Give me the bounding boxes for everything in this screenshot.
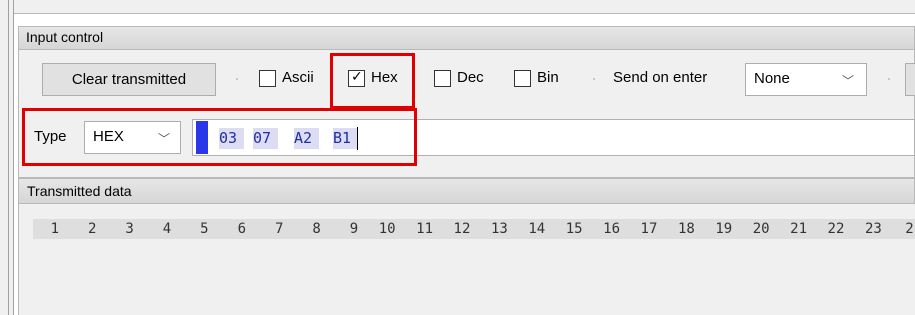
send-button-partial[interactable]: [905, 63, 915, 96]
clear-transmitted-label: Clear transmitted: [71, 71, 187, 88]
separator-dot: [888, 78, 890, 80]
dec-checkbox[interactable]: [434, 70, 451, 87]
column-index: 15: [565, 221, 583, 237]
send-on-enter-value: None: [754, 70, 790, 87]
ascii-label: Ascii: [282, 69, 314, 86]
separator-dot: [593, 78, 595, 80]
bin-checkbox[interactable]: [514, 70, 531, 87]
column-index: 19: [715, 221, 733, 237]
column-index: 8: [312, 221, 321, 237]
column-index: 7: [274, 221, 284, 237]
column-index: 9: [349, 221, 359, 237]
column-index: 14: [528, 221, 546, 237]
window-left-frame-line: [8, 0, 9, 315]
column-index: 3: [125, 221, 134, 237]
bin-label: Bin: [537, 69, 559, 86]
transmitted-data-title: Transmitted data: [27, 183, 132, 199]
column-index: 17: [640, 221, 658, 237]
input-control-header: [18, 26, 915, 50]
column-index: 5: [200, 221, 209, 237]
column-index: 1: [50, 221, 59, 237]
column-index-row: 1 2 3 4 5 6 7 8 9 10 11 12 13 14 15 16 17 18 19 20 21 22 23 2: [33, 219, 915, 239]
chevron-down-icon: ﹀: [842, 74, 855, 88]
separator-dot: [236, 78, 238, 80]
column-index: 6: [237, 221, 246, 237]
send-on-enter-select[interactable]: None ﹀: [745, 63, 867, 96]
column-index: 2: [87, 221, 97, 237]
column-index: 18: [677, 221, 695, 237]
dec-label: Dec: [457, 69, 484, 86]
column-index: 16: [603, 221, 620, 237]
transmitted-data-header: Transmitted data: [18, 178, 915, 204]
column-index: 21: [790, 221, 807, 237]
window-left-frame: [0, 0, 14, 315]
column-index: 22: [827, 221, 845, 237]
column-index: 10: [378, 221, 396, 237]
type-input-highlight-box: [22, 108, 417, 166]
column-index: 12: [453, 221, 471, 237]
send-on-enter-label: Send on enter: [613, 69, 708, 86]
column-index: 20: [752, 221, 770, 237]
column-index: 13: [490, 221, 508, 237]
column-index: 4: [162, 221, 172, 237]
hex-highlight-box: [330, 53, 415, 109]
column-index: 11: [416, 221, 433, 237]
window-top-strip: [14, 0, 915, 14]
clear-transmitted-button[interactable]: Clear transmitted: [42, 63, 216, 96]
column-index: 23: [864, 221, 882, 237]
input-control-title: Input control: [26, 29, 104, 45]
column-index: 2: [905, 221, 914, 237]
ascii-checkbox[interactable]: [259, 70, 276, 87]
